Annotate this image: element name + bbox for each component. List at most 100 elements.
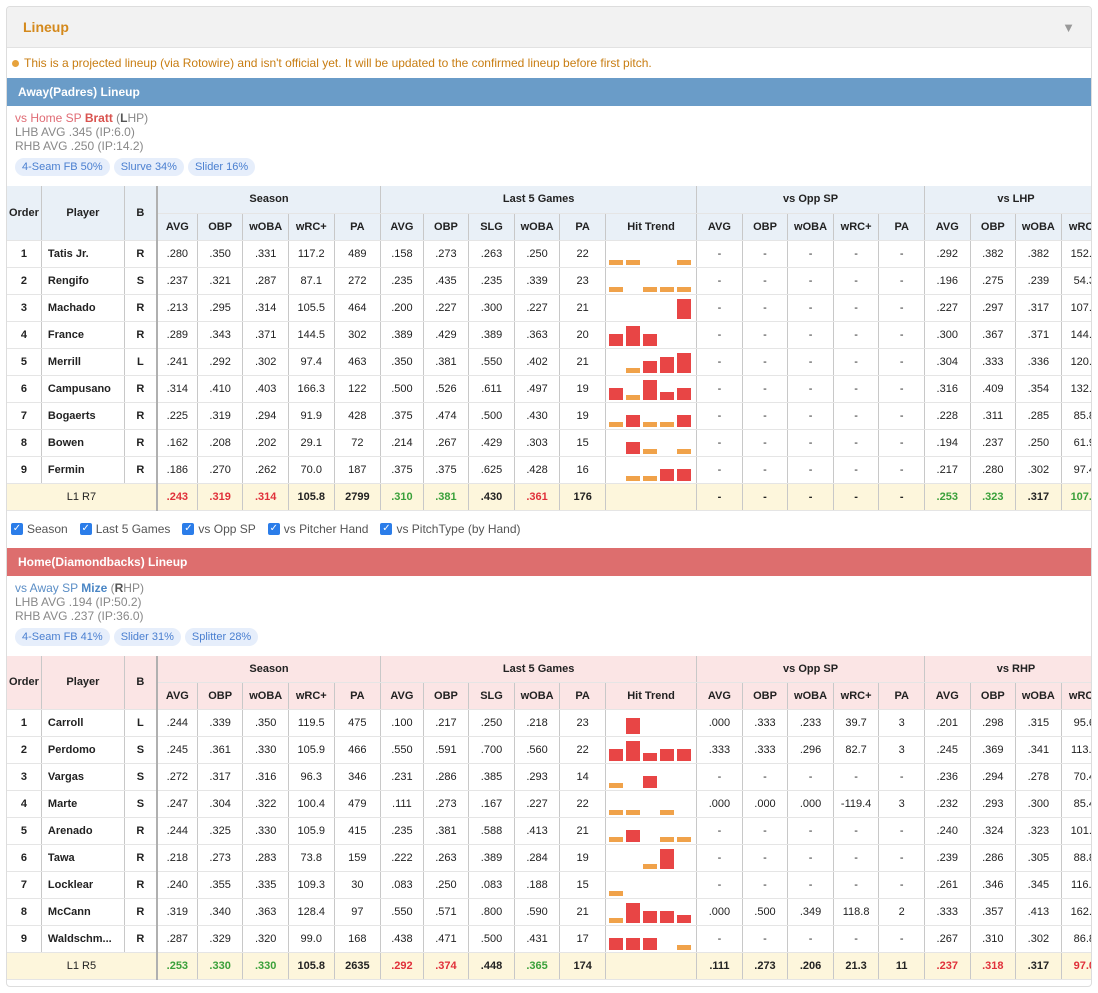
player-name-link[interactable]: Marte [40,790,125,818]
table-row[interactable]: 4 Marte S .247.304.322 100.4 479.111.273.167.… [7,790,1091,818]
checkmark-icon[interactable]: ✓ [182,523,195,535]
col-last5-pa[interactable]: PA [559,682,606,710]
table-row[interactable]: 6 Campusano R .314.410.403 166.3 122.500.526.… [7,375,1091,403]
col-last5-slg[interactable]: SLG [468,682,515,710]
table-row[interactable]: 1 Carroll L .244.339.350 119.5 475.100.217.25… [7,709,1091,737]
col-bats[interactable]: B [123,655,157,710]
col-last5-pa[interactable]: PA [559,213,606,241]
checkbox-vs-pitchtype-by-hand-[interactable]: ✓ vs PitchType (by Hand) [380,522,521,536]
player-name-link[interactable]: Campusano [40,375,125,403]
table-row[interactable]: 8 Bowen R .162.208.202 29.1 72.214.267.429.30… [7,429,1091,457]
player-name-link[interactable]: Tatis Jr. [40,240,125,268]
col-season-wrc+[interactable]: wRC+ [287,213,335,241]
player-name-link[interactable]: Tawa [40,844,125,872]
col-season-woba[interactable]: wOBA [242,682,289,710]
pitch-type-pill[interactable]: Slider 16% [187,158,256,176]
table-row[interactable]: 6 Tawa R .218.273.283 73.8 159.222.263.389.28… [7,844,1091,872]
col-last5-hit-trend[interactable]: Hit Trend [604,213,697,241]
checkmark-icon[interactable]: ✓ [267,523,280,535]
col-season-wrc+[interactable]: wRC+ [287,682,335,710]
player-name-link[interactable]: Arenado [40,817,125,845]
pitch-type-pill[interactable]: 4-Seam FB 50% [15,158,110,176]
col-opp-avg[interactable]: AVG [696,682,743,710]
col-bats[interactable]: B [123,186,157,241]
col-player[interactable]: Player [40,186,125,241]
player-name-link[interactable]: McCann [40,898,125,926]
col-last5-avg[interactable]: AVG [380,682,424,710]
table-row[interactable]: 9 Waldschm... R .287.329.320 99.0 168.438.471… [7,925,1091,953]
player-name-link[interactable]: Waldschm... [40,925,125,953]
col-opp-wrc+[interactable]: wRC+ [832,213,879,241]
col-last5-obp[interactable]: OBP [422,682,469,710]
chevron-down-icon[interactable]: ▼ [1062,20,1075,35]
player-name-link[interactable]: France [40,321,125,349]
pitch-type-pill[interactable]: 4-Seam FB 41% [15,627,110,646]
col-season-avg[interactable]: AVG [155,682,198,710]
col-last5-slg[interactable]: SLG [468,213,515,241]
col-opp-wrc+[interactable]: wRC+ [832,682,879,710]
table-row[interactable]: 9 Fermin R .186.270.262 70.0 187.375.375.625.… [7,456,1091,484]
player-name-link[interactable]: Machado [40,294,125,322]
col-season-woba[interactable]: wOBA [242,213,289,241]
col-last5-avg[interactable]: AVG [380,213,424,241]
pitch-type-pill[interactable]: Slurve 34% [113,158,184,176]
col-hand-woba[interactable]: wOBA [1015,213,1062,241]
table-row[interactable]: 5 Merrill L .241.292.302 97.4 463.350.381.550… [7,348,1091,376]
pitch-type-pill[interactable]: Splitter 28% [184,627,259,646]
checkbox-vs-opp-sp[interactable]: ✓ vs Opp SP [182,522,256,536]
col-opp-obp[interactable]: OBP [741,213,788,241]
col-hand-woba[interactable]: wOBA [1015,682,1062,710]
panel-header[interactable]: Lineup ▼ [7,7,1091,48]
table-row[interactable]: 7 Bogaerts R .225.319.294 91.9 428.375.474.50… [7,402,1091,430]
player-name-link[interactable]: Fermin [40,456,125,484]
sp-name-link[interactable]: Bratt [85,111,113,125]
col-season-pa[interactable]: PA [333,682,381,710]
col-season-obp[interactable]: OBP [196,213,243,241]
col-last5-woba[interactable]: wOBA [513,213,560,241]
table-row[interactable]: 3 Vargas S .272.317.316 96.3 346.231.286.385.… [7,763,1091,791]
col-opp-pa[interactable]: PA [878,213,925,241]
col-season-pa[interactable]: PA [333,213,381,241]
col-opp-obp[interactable]: OBP [741,682,788,710]
player-name-link[interactable]: Carroll [40,709,125,737]
col-hand-obp[interactable]: OBP [969,213,1016,241]
col-last5-woba[interactable]: wOBA [513,682,560,710]
table-row[interactable]: 1 Tatis Jr. R .280.350.331 117.2 489.158.273.… [7,240,1091,268]
player-name-link[interactable]: Vargas [40,763,125,791]
col-order[interactable]: Order [7,655,42,710]
sp-name-link[interactable]: Mize [81,581,107,595]
col-hand-avg[interactable]: AVG [923,682,971,710]
checkbox-vs-pitcher-hand[interactable]: ✓ vs Pitcher Hand [267,522,368,536]
player-name-link[interactable]: Merrill [40,348,125,376]
checkbox-season[interactable]: ✓ Season [11,522,68,536]
col-player[interactable]: Player [40,655,125,710]
player-name-link[interactable]: Rengifo [40,267,125,295]
checkmark-icon[interactable]: ✓ [11,523,23,535]
checkmark-icon[interactable]: ✓ [380,523,393,535]
player-name-link[interactable]: Bowen [40,429,125,457]
col-hand-wrc+[interactable]: wRC+ [1060,682,1091,710]
col-opp-woba[interactable]: wOBA [787,682,834,710]
col-season-obp[interactable]: OBP [196,682,243,710]
col-season-avg[interactable]: AVG [155,213,198,241]
player-name-link[interactable]: Locklear [40,871,125,899]
col-opp-woba[interactable]: wOBA [787,213,834,241]
table-row[interactable]: 2 Perdomo S .245.361.330 105.9 466.550.591.70… [7,736,1091,764]
table-row[interactable]: 4 France R .289.343.371 144.5 302.389.429.389… [7,321,1091,349]
col-hand-wrc+[interactable]: wRC+ [1060,213,1091,241]
table-row[interactable]: 2 Rengifo S .237.321.287 87.1 272.235.435.235… [7,267,1091,295]
table-row[interactable]: 7 Locklear R .240.355.335 109.3 30.083.250.08… [7,871,1091,899]
checkbox-last-5-games[interactable]: ✓ Last 5 Games [79,522,170,536]
player-name-link[interactable]: Bogaerts [40,402,125,430]
col-hand-avg[interactable]: AVG [923,213,971,241]
col-hand-obp[interactable]: OBP [969,682,1016,710]
checkmark-icon[interactable]: ✓ [79,523,92,535]
pitch-type-pill[interactable]: Slider 31% [113,627,181,646]
table-row[interactable]: 8 McCann R .319.340.363 128.4 97.550.571.800.… [7,898,1091,926]
col-opp-pa[interactable]: PA [878,682,925,710]
player-name-link[interactable]: Perdomo [40,736,125,764]
col-order[interactable]: Order [7,186,42,241]
col-last5-obp[interactable]: OBP [422,213,469,241]
table-row[interactable]: 5 Arenado R .244.325.330 105.9 415.235.381.58… [7,817,1091,845]
col-last5-hit-trend[interactable]: Hit Trend [604,682,697,710]
